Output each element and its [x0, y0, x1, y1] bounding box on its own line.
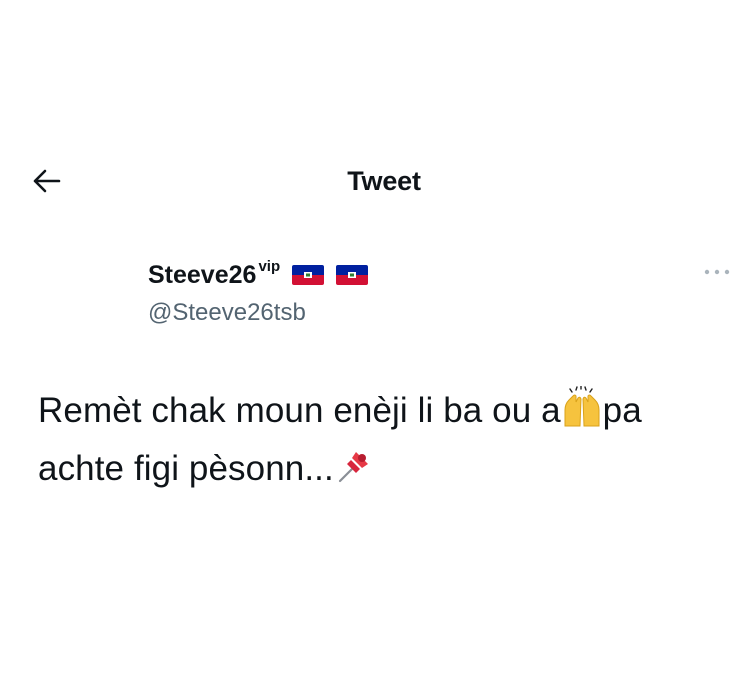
tweet-author[interactable]: Steeve26 vip @Steeve26tsb — [148, 255, 708, 335]
user-handle[interactable]: @Steeve26tsb — [148, 299, 708, 327]
header: Tweet — [0, 150, 750, 210]
display-name[interactable]: Steeve26 — [148, 261, 256, 290]
name-superscript: vip — [258, 257, 281, 275]
tweet-text-part: Remèt chak moun enèji li ba ou a — [38, 391, 561, 430]
more-options-button[interactable] — [700, 262, 734, 282]
haiti-flag-icon — [292, 265, 325, 285]
haiti-flag-icon — [336, 265, 369, 285]
tweet-page: Tweet Steeve26 vip @Steeve26tsb Remèt ch… — [0, 0, 750, 684]
tweet-text: Remèt chak moun enèji li ba ou a pa acht… — [38, 385, 728, 501]
raising-hands-icon — [561, 385, 603, 443]
tweet-text-part: pa — [602, 391, 642, 430]
pushpin-icon — [334, 446, 374, 501]
more-dots-icon — [704, 269, 730, 275]
tweet-text-part: achte figi pèsonn... — [38, 449, 334, 488]
name-row: Steeve26 vip — [148, 255, 708, 295]
page-title: Tweet — [347, 166, 421, 196]
